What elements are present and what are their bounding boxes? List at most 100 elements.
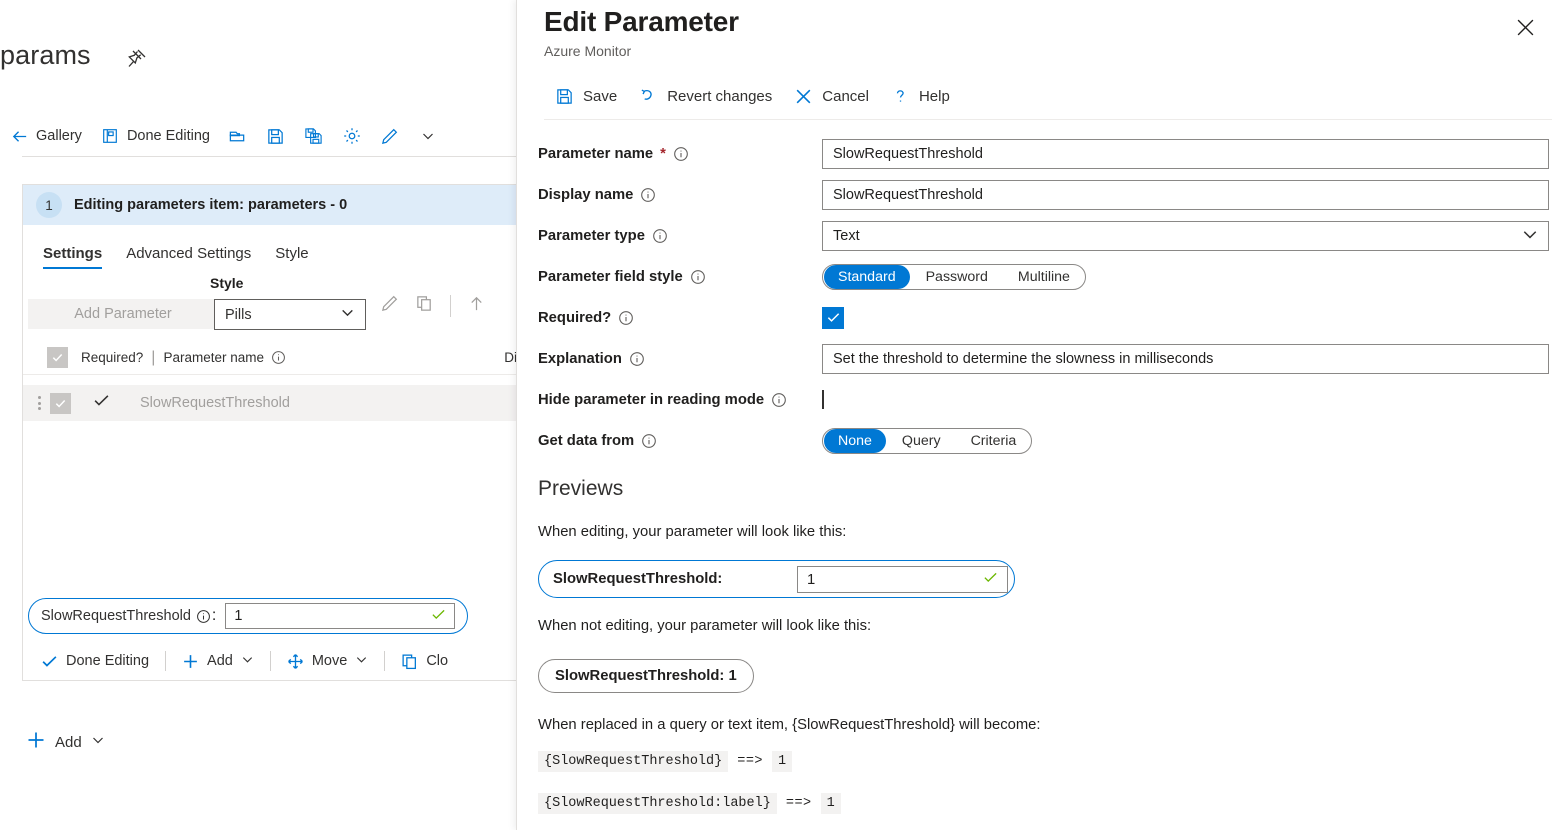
get-data-option-query[interactable]: Query <box>888 429 955 453</box>
preview-editing-pill-input[interactable]: 1 <box>797 566 1008 593</box>
get-data-from-label: Get data from <box>538 433 634 449</box>
screen-root: params Gallery Done Editing <box>0 0 1552 830</box>
toolbar-done-editing-button[interactable]: Done Editing <box>91 122 219 150</box>
code-arrow: ==> <box>786 796 812 811</box>
close-icon[interactable] <box>1508 10 1542 44</box>
info-icon[interactable] <box>618 310 634 326</box>
info-icon[interactable] <box>270 350 286 366</box>
info-icon[interactable] <box>771 392 787 408</box>
info-icon[interactable] <box>196 608 212 624</box>
field-parameter-type: Parameter type Text <box>538 215 1552 256</box>
info-icon[interactable] <box>690 269 706 285</box>
col-required-label: Required? <box>81 350 143 365</box>
toolbar-settings-button[interactable] <box>333 122 371 150</box>
field-explanation: Explanation Set the threshold to determi… <box>538 338 1552 379</box>
toolbar-overflow-chevron[interactable] <box>409 122 447 150</box>
field-style-option-standard[interactable]: Standard <box>824 265 910 289</box>
bottom-done-editing-label: Done Editing <box>66 653 149 669</box>
hide-parameter-label-group: Hide parameter in reading mode <box>538 392 787 408</box>
bottom-divider <box>165 651 166 671</box>
parameter-type-label: Parameter type <box>538 228 645 244</box>
tab-settings[interactable]: Settings <box>43 245 102 269</box>
field-style-option-password[interactable]: Password <box>912 265 1002 289</box>
get-data-from-control: None Query Criteria <box>822 428 1032 454</box>
display-name-label-group: Display name <box>538 187 656 203</box>
bottom-done-editing-button[interactable]: Done Editing <box>29 649 161 674</box>
help-icon <box>891 87 910 106</box>
info-icon[interactable] <box>640 187 656 203</box>
code-line-token: {SlowRequestThreshold} ==> 1 <box>538 751 792 772</box>
field-parameter-name: Parameter name * SlowRequestThreshold <box>538 133 1552 174</box>
bottom-clone-button[interactable]: Clo <box>389 649 460 674</box>
bottom-move-button[interactable]: Move <box>275 649 380 674</box>
preview-editing-description: When editing, your parameter will look l… <box>538 524 846 540</box>
parameter-name-input[interactable]: SlowRequestThreshold <box>822 139 1549 169</box>
explanation-input[interactable]: Set the threshold to determine the slown… <box>822 344 1549 374</box>
style-select[interactable]: Pills <box>214 299 366 330</box>
drag-handle-icon[interactable] <box>33 396 45 410</box>
display-name-input[interactable]: SlowRequestThreshold <box>822 180 1549 210</box>
toolbar-save-button[interactable] <box>257 122 295 150</box>
code-result-value: 1 <box>821 793 841 814</box>
cancel-button[interactable]: Cancel <box>783 82 880 111</box>
preview-replaced-description: When replaced in a query or text item, {… <box>538 717 1041 733</box>
info-icon[interactable] <box>673 146 689 162</box>
copy-parameter-icon[interactable] <box>415 294 434 318</box>
field-get-data-from: Get data from None Query Criteria <box>538 420 1552 461</box>
save-as-icon <box>304 126 324 146</box>
tab-advanced-settings[interactable]: Advanced Settings <box>126 245 251 269</box>
preview-not-editing-pill[interactable]: SlowRequestThreshold: 1 <box>538 659 754 693</box>
bottom-add-label: Add <box>207 653 233 669</box>
revert-changes-button[interactable]: Revert changes <box>628 82 783 111</box>
move-icon <box>287 653 304 670</box>
info-icon[interactable] <box>652 228 668 244</box>
pin-icon[interactable] <box>124 47 148 71</box>
info-icon[interactable] <box>629 351 645 367</box>
background-pill-input[interactable]: 1 <box>225 603 455 629</box>
toolbar-open-button[interactable] <box>219 122 257 150</box>
parameter-type-control: Text <box>822 221 1549 251</box>
help-button[interactable]: Help <box>880 82 961 111</box>
background-parameter-pill[interactable]: SlowRequestThreshold : 1 <box>28 598 468 634</box>
background-pill-label: SlowRequestThreshold <box>41 608 191 624</box>
bottom-move-label: Move <box>312 653 347 669</box>
get-data-option-criteria[interactable]: Criteria <box>957 429 1031 453</box>
required-checkbox[interactable] <box>822 307 844 329</box>
parameters-tabs: Settings Advanced Settings Style <box>23 225 519 269</box>
field-style-option-multiline[interactable]: Multiline <box>1004 265 1084 289</box>
add-parameter-button[interactable]: Add Parameter <box>28 299 218 329</box>
field-parameter-field-style: Parameter field style Standard Password … <box>538 256 1552 297</box>
parameters-bottom-bar: Done Editing Add Move <box>23 642 519 680</box>
plus-icon <box>26 730 46 754</box>
workbook-page-title: params <box>0 40 91 71</box>
check-icon <box>41 653 58 670</box>
required-label-group: Required? <box>538 310 634 326</box>
add-item-button[interactable]: Add <box>26 730 105 754</box>
toolbar-gallery-button[interactable]: Gallery <box>0 122 91 150</box>
preview-editing-pill[interactable]: SlowRequestThreshold: 1 <box>538 560 1015 598</box>
edit-parameter-icon[interactable] <box>380 294 399 318</box>
info-icon[interactable] <box>641 433 657 449</box>
toolbar-save-as-button[interactable] <box>295 122 333 150</box>
save-button[interactable]: Save <box>544 82 628 111</box>
toolbar-edit-button[interactable] <box>371 122 409 150</box>
parameter-type-select[interactable]: Text <box>822 221 1549 251</box>
hide-parameter-checkbox[interactable] <box>822 390 824 409</box>
valid-check-icon <box>431 607 446 626</box>
get-data-option-none[interactable]: None <box>824 429 886 453</box>
bottom-divider <box>384 651 385 671</box>
move-up-icon[interactable] <box>467 294 486 318</box>
parameter-form: Parameter name * SlowRequestThreshold Di… <box>538 133 1552 461</box>
bottom-clone-label: Clo <box>426 653 448 669</box>
chevron-down-icon <box>418 126 438 146</box>
tab-style[interactable]: Style <box>275 245 308 269</box>
row-checkbox[interactable] <box>50 393 71 414</box>
cancel-label: Cancel <box>822 88 869 105</box>
parameters-editor-title: Editing parameters item: parameters - 0 <box>74 197 347 213</box>
background-pill-value: 1 <box>234 608 242 624</box>
code-token-parameter: {SlowRequestThreshold} <box>538 751 728 772</box>
bottom-add-button[interactable]: Add <box>170 649 266 674</box>
table-row[interactable]: SlowRequestThreshold <box>23 385 519 421</box>
previews-heading: Previews <box>538 477 623 501</box>
select-all-checkbox[interactable] <box>47 347 68 368</box>
